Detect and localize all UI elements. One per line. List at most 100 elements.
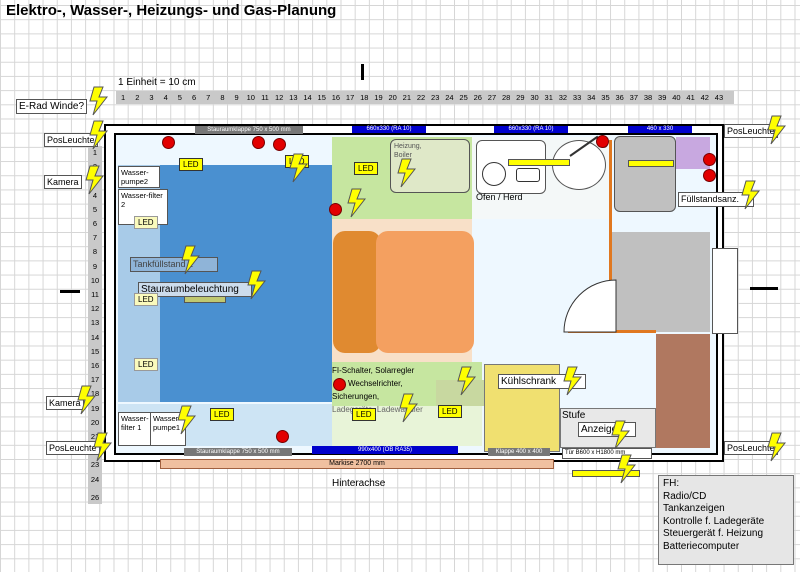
ruler-top-tick: 41 <box>686 93 695 102</box>
markise-bar: Markise 2700 mm <box>160 459 554 469</box>
led-9: LED <box>438 405 462 418</box>
fh-line: Batteriecomputer <box>663 540 740 552</box>
hinterachse-label: Hinterachse <box>332 478 386 489</box>
stove-burner-2 <box>516 168 540 182</box>
label-wasserpumpe2: Wasser-pumpe2 <box>118 166 160 188</box>
ruler-left-tick: 20 <box>90 417 100 427</box>
ruler-top-tick: 25 <box>459 93 468 102</box>
ruler-top-tick: 19 <box>374 93 383 102</box>
ruler-left-tick: 16 <box>90 361 100 371</box>
window-top-stauraum: Stauraumklappe 750 x 500 mm <box>195 126 303 134</box>
ruler-top-tick: 34 <box>587 93 596 102</box>
ruler-top-tick: 22 <box>416 93 426 102</box>
ruler-top-tick: 35 <box>601 93 610 102</box>
led-6: LED <box>134 358 158 371</box>
yellow-bar-cab <box>628 160 674 167</box>
ruler-top-tick: 40 <box>672 93 681 102</box>
red-dot <box>252 136 265 149</box>
yellow-bar-left <box>184 296 226 303</box>
lightning-icon <box>563 366 582 396</box>
ruler-top-tick: 9 <box>234 93 239 102</box>
fh-line: Radio/CD <box>663 490 707 502</box>
window-bottom-stauraum: Stauraumklappe 750 x 500 mm <box>184 448 292 456</box>
lightning-icon <box>457 366 476 396</box>
ruler-top-tick: 7 <box>206 93 211 102</box>
lightning-icon <box>89 86 108 116</box>
ruler-top-tick: 30 <box>530 93 539 102</box>
label-tankfuellstand: Tankfüllstand 1 <box>130 257 218 272</box>
ruler-left-tick: 7 <box>92 233 98 243</box>
red-dot <box>329 203 342 216</box>
mark-top <box>361 64 364 80</box>
lightning-icon <box>397 158 416 188</box>
window-bottom-klappe: Klappe 400 x 400 <box>488 448 550 456</box>
stove-burner-1 <box>482 162 506 186</box>
ruler-left-tick: 15 <box>90 346 100 356</box>
ruler-left-tick: 24 <box>90 474 100 484</box>
ruler-top-tick: 20 <box>388 93 397 102</box>
page-title: Elektro-, Wasser-, Heizungs- und Gas-Pla… <box>6 2 337 19</box>
ruler-top-tick: 13 <box>289 93 298 102</box>
ruler-top-tick: 1 <box>121 93 126 102</box>
ruler-top-tick: 17 <box>345 93 355 102</box>
led-5: LED <box>134 293 158 306</box>
bed-right-cushion <box>376 231 474 353</box>
led-7: LED <box>210 408 234 421</box>
brown-area <box>656 334 710 448</box>
fh-line: Kontrolle f. Ladegeräte <box>663 515 765 527</box>
ruler-top-tick: 32 <box>558 93 568 102</box>
red-dot <box>162 136 175 149</box>
red-dot <box>273 138 286 151</box>
lightning-icon <box>247 270 266 300</box>
ruler-top: 1 2 3 4 5 6 7 8 9 10 11 12 13 14 15 16 17 18 19 20 21 22 23 24 2… <box>116 91 734 104</box>
ruler-top-tick: 31 <box>544 93 553 102</box>
window-top-3: 460 x 330 <box>628 126 692 133</box>
lightning-icon <box>767 115 786 145</box>
lightning-icon <box>289 153 308 183</box>
ruler-top-tick: 16 <box>331 93 341 102</box>
ruler-top-tick: 12 <box>274 93 284 102</box>
fh-line: Steuergerät f. Heizung <box>663 528 764 539</box>
ruler-top-tick: 39 <box>658 93 667 102</box>
red-dot <box>276 430 289 443</box>
fi-line-1: FI-Schalter, Solarregler <box>332 366 415 375</box>
ruler-left-extra: 26 <box>88 491 102 504</box>
ruler-top-tick: 2 <box>135 93 140 102</box>
window-top-1: 660x330 (RA 10) <box>352 126 426 133</box>
mark-right <box>750 287 778 290</box>
ruler-top-tick: 15 <box>317 93 326 102</box>
lightning-icon <box>399 393 418 423</box>
ruler-top-tick: 5 <box>177 93 182 102</box>
lightning-icon <box>177 405 196 435</box>
label-erad: E-Rad Winde? <box>16 99 88 114</box>
red-dot <box>596 135 609 148</box>
fi-line-2: Wechselrichter, <box>348 379 403 388</box>
ruler-top-tick: 27 <box>487 93 497 102</box>
ruler-left-tick: 10 <box>90 275 100 285</box>
lightning-icon <box>741 180 760 210</box>
led-8: LED <box>352 408 376 421</box>
red-dot <box>703 153 716 166</box>
ruler-top-tick: 37 <box>629 93 639 102</box>
ruler-left-tick: 13 <box>90 318 100 328</box>
led-3: LED <box>354 162 378 175</box>
label-stufe: Stufe <box>562 410 586 421</box>
lightning-icon <box>89 120 108 150</box>
mark-left <box>60 290 80 293</box>
lightning-icon <box>767 432 786 462</box>
ruler-top-tick: 38 <box>643 93 653 102</box>
bed-left-cushion <box>333 231 381 353</box>
lightning-icon <box>611 420 630 450</box>
ruler-top-tick: 6 <box>191 93 197 102</box>
window-top-2: 660x330 (RA 10) <box>494 126 568 133</box>
label-wasserfilter1: Wasser-filter 1 <box>118 412 152 446</box>
ruler-left-tick: 9 <box>92 261 98 271</box>
fh-line: FH: <box>663 478 680 489</box>
ruler-top-tick: 29 <box>516 93 525 102</box>
lightning-icon <box>347 188 366 218</box>
lightning-icon <box>617 454 636 484</box>
ruler-top-tick: 43 <box>714 93 724 102</box>
lightning-icon <box>93 432 112 462</box>
red-dot <box>703 169 716 182</box>
ruler-top-tick: 36 <box>615 93 624 102</box>
